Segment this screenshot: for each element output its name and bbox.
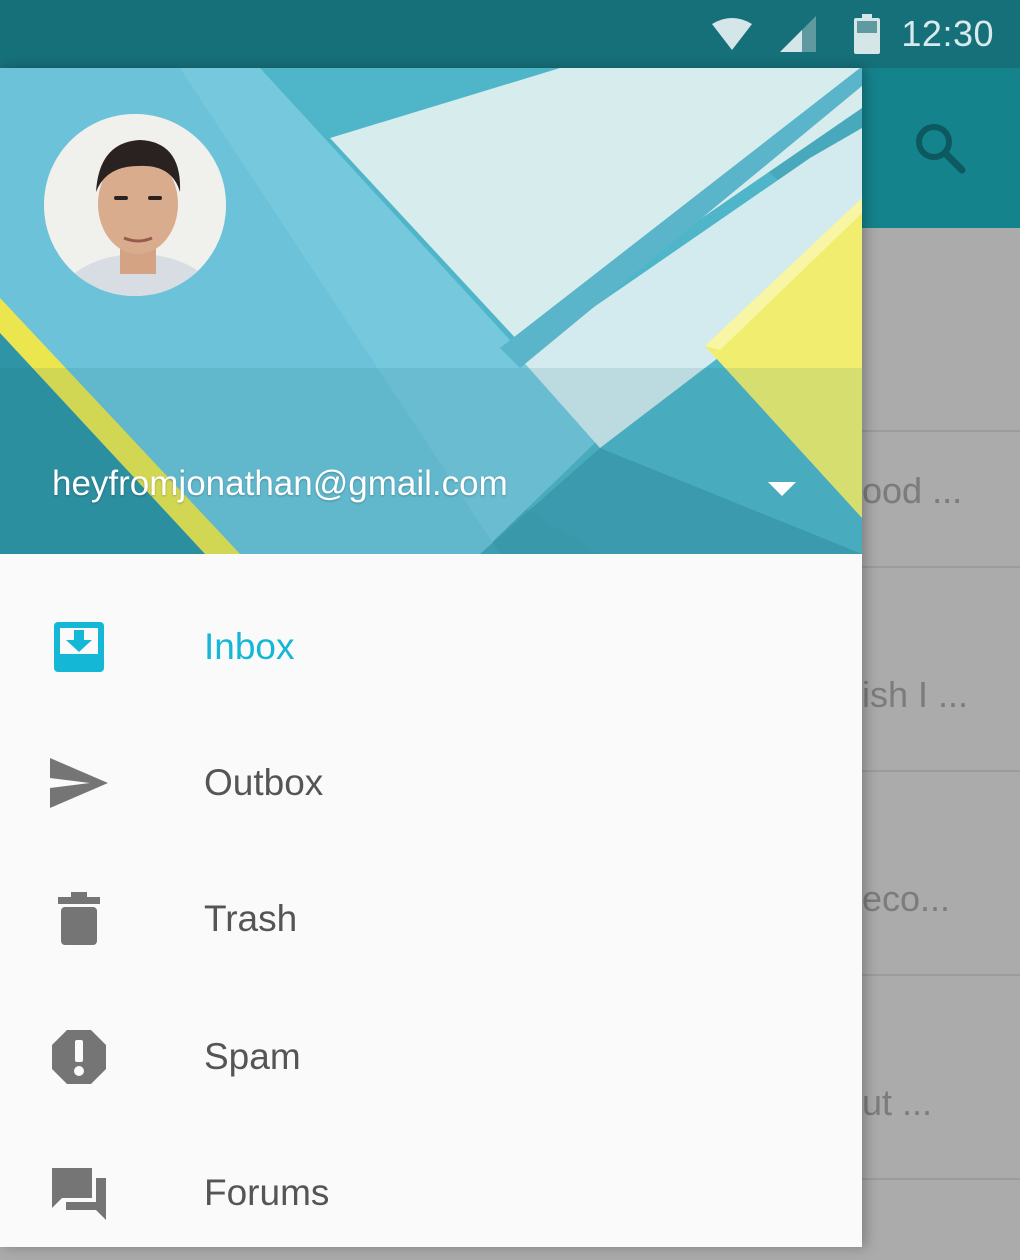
avatar-photo (44, 114, 226, 296)
nav-item-inbox[interactable]: Inbox (0, 578, 862, 714)
forum-icon (52, 1168, 106, 1220)
search-icon[interactable] (910, 118, 970, 178)
nav-item-label: Forums (204, 1172, 330, 1213)
status-time: 12:30 (901, 13, 994, 54)
nav-item-label: Spam (204, 1036, 301, 1077)
avatar[interactable] (44, 114, 226, 296)
nav-item-label: Outbox (204, 762, 324, 803)
list-item-snippet: eco... (862, 878, 951, 919)
status-bar: 12:30 (0, 0, 1020, 68)
wifi-icon (712, 18, 752, 50)
trash-icon (58, 892, 100, 945)
account-email: heyfromjonathan@gmail.com (52, 464, 508, 503)
inbox-icon (54, 622, 104, 672)
list-item-snippet: ut ... (862, 1082, 933, 1123)
nav-item-trash[interactable]: Trash (0, 850, 862, 986)
list-item-snippet: ood ... (862, 470, 963, 511)
signal-icon (780, 16, 816, 52)
arrow-drop-down-icon[interactable] (764, 478, 800, 498)
send-icon (50, 758, 108, 808)
drawer-header: heyfromjonathan@gmail.com (0, 68, 862, 554)
report-icon (52, 1030, 106, 1084)
battery-icon (854, 14, 880, 54)
nav-item-outbox[interactable]: Outbox (0, 714, 862, 850)
nav-item-label: Inbox (204, 626, 295, 667)
navigation-drawer: heyfromjonathan@gmail.com Inbox Outbox T… (0, 68, 862, 1247)
nav-item-label: Trash (204, 898, 298, 939)
nav-item-forums[interactable]: Forums (0, 1124, 862, 1260)
nav-item-spam[interactable]: Spam (0, 988, 862, 1124)
list-item-snippet: ish I ... (862, 674, 969, 715)
